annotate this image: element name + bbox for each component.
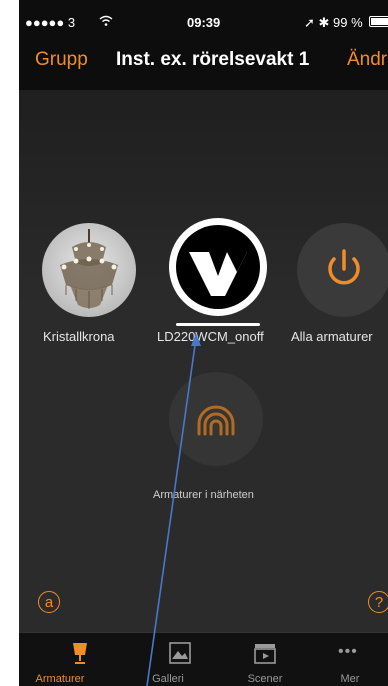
tab-label-armaturer: Armaturer — [35, 673, 85, 685]
tab-label-scener: Scener — [247, 673, 283, 685]
clapper-icon — [254, 644, 276, 664]
tab-label-mer: Mer — [340, 673, 360, 685]
fixture-ld220wcm[interactable] — [169, 218, 267, 316]
wifi-icon — [99, 14, 113, 32]
lamp-icon — [73, 643, 87, 664]
top-bar: ●●●●● 3 09:39 ➚ ✱ 99 % Grupp Inst. ex. r… — [19, 0, 388, 90]
tab-scener[interactable]: Scener — [219, 633, 311, 686]
clock: 09:39 — [187, 15, 221, 30]
tab-armaturer[interactable]: Armaturer — [34, 633, 126, 686]
about-button[interactable]: a — [38, 591, 60, 613]
edit-button[interactable]: Ändr — [347, 49, 387, 71]
fixture-label-all: Alla armaturer — [291, 329, 373, 344]
battery-icon — [369, 16, 388, 27]
nearby-label: Armaturer i närheten — [153, 489, 254, 501]
tab-label-galleri: Galleri — [152, 673, 184, 685]
power-icon — [328, 249, 360, 285]
app-screen: ●●●●● 3 09:39 ➚ ✱ 99 % Grupp Inst. ex. r… — [19, 0, 388, 686]
more-icon: ••• — [338, 643, 358, 660]
brand-v-logo-icon — [176, 225, 260, 309]
nearby-fixtures-button[interactable] — [169, 372, 263, 466]
fixture-kristallkrona[interactable] — [42, 223, 136, 317]
tab-galleri[interactable]: Galleri — [134, 633, 226, 686]
fixture-all[interactable] — [297, 223, 388, 317]
fixture-label-ld220wcm: LD220WCM_onoff — [157, 329, 264, 344]
tab-bar: Armaturer Galleri Scener ••• Mer — [19, 632, 388, 686]
signal-icon — [197, 405, 235, 436]
tab-mer[interactable]: ••• Mer — [304, 633, 388, 686]
fixture-area: Kristallkrona LD220WCM_onoff Alla armatu… — [19, 90, 388, 632]
signal-status: ●●●●● 3 — [25, 15, 76, 30]
status-right: ➚ ✱ 99 % — [304, 15, 363, 30]
gallery-icon — [169, 642, 191, 664]
selection-underline — [176, 323, 260, 326]
page-title: Inst. ex. rörelsevakt 1 — [116, 49, 310, 70]
group-button[interactable]: Grupp — [35, 49, 88, 71]
chandelier-icon — [60, 229, 118, 309]
fixture-label-kristallkrona: Kristallkrona — [43, 329, 115, 344]
help-button[interactable]: ? — [368, 591, 388, 613]
